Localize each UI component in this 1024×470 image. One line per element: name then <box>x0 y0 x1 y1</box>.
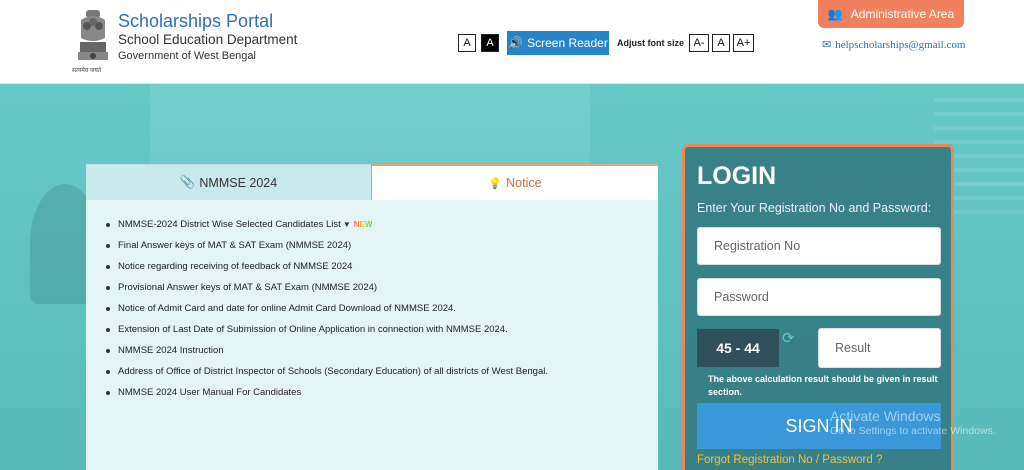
speaker-icon: 🔊 <box>508 36 524 50</box>
help-email-link[interactable]: ✉ helpscholarships@gmail.com <box>822 38 966 52</box>
list-item: Address of Office of District Inspector … <box>106 361 548 382</box>
notice-link[interactable]: Final Answer keys of MAT & SAT Exam (NMM… <box>118 240 351 251</box>
bullet-icon <box>106 390 110 395</box>
department-name: School Education Department <box>118 32 298 47</box>
lightbulb-icon: 💡 <box>488 177 503 190</box>
tab-nmmse-label: NMMSE 2024 <box>199 175 278 190</box>
tab-notice[interactable]: 💡 Notice <box>372 164 658 200</box>
login-box: LOGIN Enter Your Registration No and Pas… <box>682 144 954 470</box>
forgot-credentials-link[interactable]: Forgot Registration No / Password ? <box>697 454 882 466</box>
font-normal-button[interactable]: A <box>712 34 730 52</box>
caret-down-icon: ▼ <box>342 220 351 229</box>
captcha-expression: 45 - 44 <box>697 329 779 367</box>
font-decrease-button[interactable]: A- <box>689 34 709 52</box>
notice-link[interactable]: Provisional Answer keys of MAT & SAT Exa… <box>118 282 377 293</box>
notice-panel: 📎 NMMSE 2024 💡 Notice NMMSE-2024 Distric… <box>86 164 658 470</box>
login-title: LOGIN <box>697 162 777 190</box>
notice-link[interactable]: Notice of Admit Card and date for online… <box>118 303 456 314</box>
tab-nmmse-2024[interactable]: 📎 NMMSE 2024 <box>86 164 371 200</box>
bullet-icon <box>106 264 110 269</box>
captcha-result-input[interactable] <box>818 328 941 368</box>
list-item: NMMSE 2024 User Manual For Candidates <box>106 382 548 403</box>
font-increase-button[interactable]: A+ <box>733 34 754 52</box>
notice-link[interactable]: Extension of Last Date of Submission of … <box>118 324 508 335</box>
refresh-icon[interactable]: ⟳ <box>782 329 795 347</box>
portal-title: Scholarships Portal <box>118 11 274 31</box>
list-item: NMMSE 2024 Instruction <box>106 340 548 361</box>
login-subtitle: Enter Your Registration No and Password: <box>697 201 932 215</box>
administrative-area-label: Administrative Area <box>850 7 955 21</box>
notice-list: NMMSE-2024 District Wise Selected Candid… <box>106 214 548 403</box>
contrast-dark-button[interactable]: A <box>481 34 499 52</box>
chalkboard-image <box>150 84 590 164</box>
screen-reader-label: Screen Reader <box>527 36 608 50</box>
notice-link[interactable]: NMMSE-2024 District Wise Selected Candid… <box>118 219 341 230</box>
registration-no-input[interactable] <box>697 227 941 265</box>
adjust-font-label: Adjust font size <box>617 38 684 48</box>
paperclip-icon: 📎 <box>179 175 196 189</box>
bullet-icon <box>106 369 110 374</box>
bullet-icon <box>106 243 110 248</box>
site-header: सत्यमेव जयते Scholarships Portal School … <box>0 0 1024 84</box>
tab-notice-label: Notice <box>506 176 542 190</box>
emblem-motto: सत्यमेव जयते <box>72 68 102 74</box>
bullet-icon <box>106 306 110 311</box>
bullet-icon <box>106 222 110 227</box>
captcha-note: The above calculation result should be g… <box>708 374 938 397</box>
list-item: NMMSE-2024 District Wise Selected Candid… <box>106 214 548 235</box>
list-item: Notice regarding receiving of feedback o… <box>106 256 548 277</box>
bullet-icon <box>106 348 110 353</box>
bullet-icon <box>106 327 110 332</box>
list-item: Notice of Admit Card and date for online… <box>106 298 548 319</box>
notice-list-container: NMMSE-2024 District Wise Selected Candid… <box>86 200 658 470</box>
help-email-text: helpscholarships@gmail.com <box>835 38 966 51</box>
list-item: Provisional Answer keys of MAT & SAT Exa… <box>106 277 548 298</box>
password-input[interactable] <box>697 278 941 316</box>
notice-link[interactable]: NMMSE 2024 Instruction <box>118 345 224 356</box>
notice-link[interactable]: Address of Office of District Inspector … <box>118 366 548 377</box>
government-name: Government of West Bengal <box>118 50 256 62</box>
contrast-normal-button[interactable]: A <box>458 34 476 52</box>
list-item: Final Answer keys of MAT & SAT Exam (NMM… <box>106 235 548 256</box>
sign-in-button[interactable]: SIGN IN <box>697 403 941 449</box>
users-icon: 👥 <box>827 7 843 21</box>
list-item: Extension of Last Date of Submission of … <box>106 319 548 340</box>
screen-reader-button[interactable]: 🔊 Screen Reader <box>507 31 609 55</box>
notice-link[interactable]: NMMSE 2024 User Manual For Candidates <box>118 387 301 398</box>
administrative-area-button[interactable]: 👥 Administrative Area <box>818 0 964 28</box>
bullet-icon <box>106 285 110 290</box>
notice-link[interactable]: Notice regarding receiving of feedback o… <box>118 261 352 272</box>
envelope-icon: ✉ <box>822 39 832 51</box>
new-badge: NEW <box>353 220 373 229</box>
